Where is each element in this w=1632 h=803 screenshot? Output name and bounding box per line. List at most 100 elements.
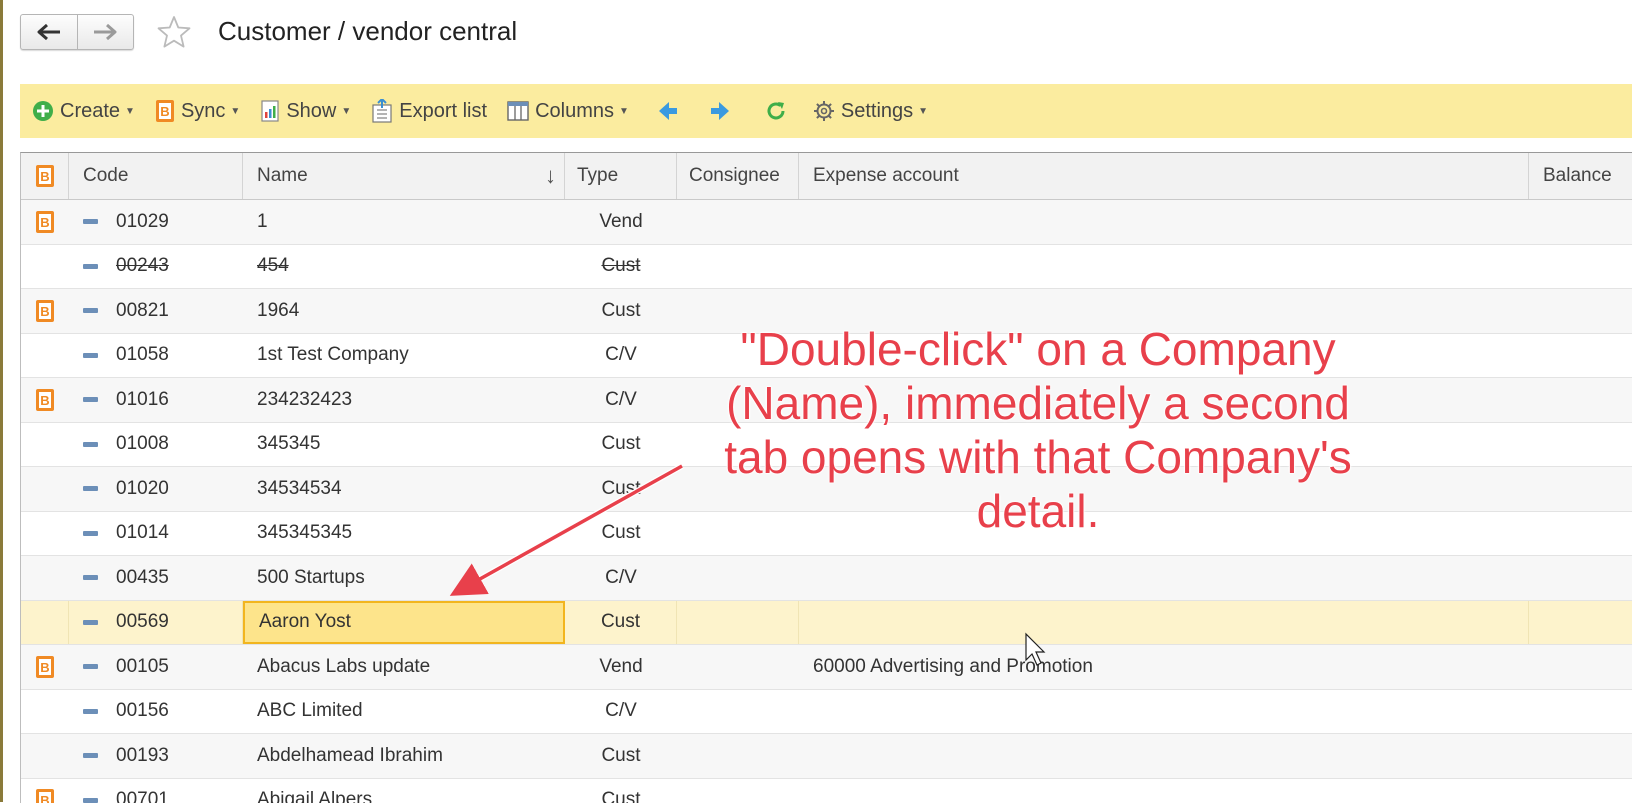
type-cell[interactable]: C/V (565, 334, 677, 378)
balance-cell[interactable] (1529, 423, 1632, 467)
sync-column-header[interactable]: B (21, 153, 69, 199)
balance-cell[interactable] (1529, 734, 1632, 778)
type-cell[interactable]: Cust (565, 779, 677, 803)
type-cell[interactable]: Cust (565, 601, 677, 645)
table-row[interactable]: 00193Abdelhamead IbrahimCust (21, 734, 1632, 779)
code-cell[interactable]: 01058 (69, 334, 243, 378)
code-cell[interactable]: 01029 (69, 200, 243, 244)
back-button[interactable] (21, 15, 77, 49)
previous-button[interactable] (657, 100, 679, 122)
create-button[interactable]: Create▼ (32, 100, 135, 123)
name-cell[interactable]: 1 (243, 200, 565, 244)
column-header-expense-account[interactable]: Expense account (799, 153, 1529, 199)
name-cell[interactable]: 34534534 (243, 467, 565, 511)
consignee-cell[interactable] (677, 556, 799, 600)
code-cell[interactable]: 01014 (69, 512, 243, 556)
consignee-cell[interactable] (677, 779, 799, 803)
expense-account-cell[interactable] (799, 245, 1529, 289)
type-cell[interactable]: Cust (565, 245, 677, 289)
code-cell[interactable]: 00105 (69, 645, 243, 689)
name-cell[interactable]: 1964 (243, 289, 565, 333)
expense-account-cell[interactable] (799, 556, 1529, 600)
type-cell[interactable]: C/V (565, 690, 677, 734)
code-cell[interactable]: 00193 (69, 734, 243, 778)
name-cell[interactable]: Abdelhamead Ibrahim (243, 734, 565, 778)
type-cell[interactable]: Cust (565, 289, 677, 333)
column-header-type[interactable]: Type (565, 153, 677, 199)
columns-button[interactable]: Columns▼ (507, 100, 629, 123)
type-cell[interactable]: Cust (565, 467, 677, 511)
consignee-cell[interactable] (677, 690, 799, 734)
next-button[interactable] (709, 100, 731, 122)
table-row[interactable]: B00105Abacus Labs updateVend60000 Advert… (21, 645, 1632, 690)
type-cell[interactable]: C/V (565, 556, 677, 600)
table-row[interactable]: 00569Aaron YostCust (21, 601, 1632, 646)
balance-cell[interactable] (1529, 245, 1632, 289)
name-cell[interactable]: 345345345 (243, 512, 565, 556)
consignee-cell[interactable] (677, 200, 799, 244)
expense-account-cell[interactable]: 60000 Advertising and Promotion (799, 645, 1529, 689)
consignee-cell[interactable] (677, 245, 799, 289)
name-cell[interactable]: 454 (243, 245, 565, 289)
code-cell[interactable]: 00569 (69, 601, 243, 645)
consignee-cell[interactable] (677, 601, 799, 645)
name-cell[interactable]: 500 Startups (243, 556, 565, 600)
code-cell[interactable]: 00821 (69, 289, 243, 333)
refresh-button[interactable] (765, 100, 787, 122)
name-cell[interactable]: Abacus Labs update (243, 645, 565, 689)
table-row[interactable]: 00243454Cust (21, 245, 1632, 290)
expense-account-cell[interactable] (799, 200, 1529, 244)
balance-cell[interactable] (1529, 200, 1632, 244)
code-cell[interactable]: 01016 (69, 378, 243, 422)
column-header-consignee[interactable]: Consignee (677, 153, 799, 199)
name-cell[interactable]: Abigail Alpers (243, 779, 565, 803)
expense-account-cell[interactable] (799, 601, 1529, 645)
type-cell[interactable]: Cust (565, 512, 677, 556)
show-button[interactable]: Show▼ (260, 100, 351, 123)
type-cell[interactable]: Vend (565, 200, 677, 244)
table-row[interactable]: B010291Vend (21, 200, 1632, 245)
expense-account-cell[interactable] (799, 779, 1529, 803)
forward-button[interactable] (77, 15, 134, 49)
balance-cell[interactable] (1529, 378, 1632, 422)
favorite-button[interactable] (156, 14, 192, 55)
code-cell[interactable]: 00701 (69, 779, 243, 803)
code-cell[interactable]: 00243 (69, 245, 243, 289)
name-cell[interactable]: 345345 (243, 423, 565, 467)
name-cell[interactable]: 234232423 (243, 378, 565, 422)
balance-cell[interactable] (1529, 289, 1632, 333)
name-cell[interactable]: Aaron Yost (243, 601, 565, 645)
column-header-balance[interactable]: Balance (1529, 153, 1632, 199)
type-cell[interactable]: C/V (565, 378, 677, 422)
settings-button[interactable]: Settings▼ (813, 100, 928, 123)
balance-cell[interactable] (1529, 334, 1632, 378)
balance-cell[interactable] (1529, 467, 1632, 511)
column-header-code[interactable]: Code (69, 153, 243, 199)
type-cell[interactable]: Vend (565, 645, 677, 689)
code-cell[interactable]: 00435 (69, 556, 243, 600)
code-cell[interactable]: 00156 (69, 690, 243, 734)
item-marker-icon (83, 308, 98, 313)
balance-cell[interactable] (1529, 601, 1632, 645)
table-row[interactable]: B00701Abigail AlpersCust (21, 779, 1632, 803)
balance-cell[interactable] (1529, 779, 1632, 803)
column-header-name[interactable]: Name ↓ (243, 153, 565, 199)
table-row[interactable]: 00435500 StartupsC/V (21, 556, 1632, 601)
balance-cell[interactable] (1529, 512, 1632, 556)
balance-cell[interactable] (1529, 645, 1632, 689)
name-cell[interactable]: 1st Test Company (243, 334, 565, 378)
balance-cell[interactable] (1529, 690, 1632, 734)
expense-account-cell[interactable] (799, 690, 1529, 734)
name-cell[interactable]: ABC Limited (243, 690, 565, 734)
consignee-cell[interactable] (677, 734, 799, 778)
export-list-button[interactable]: Export list (371, 99, 487, 123)
expense-account-cell[interactable] (799, 734, 1529, 778)
table-row[interactable]: 00156ABC LimitedC/V (21, 690, 1632, 735)
type-cell[interactable]: Cust (565, 734, 677, 778)
consignee-cell[interactable] (677, 645, 799, 689)
code-cell[interactable]: 01008 (69, 423, 243, 467)
sync-button[interactable]: B Sync▼ (155, 99, 240, 123)
type-cell[interactable]: Cust (565, 423, 677, 467)
balance-cell[interactable] (1529, 556, 1632, 600)
code-cell[interactable]: 01020 (69, 467, 243, 511)
